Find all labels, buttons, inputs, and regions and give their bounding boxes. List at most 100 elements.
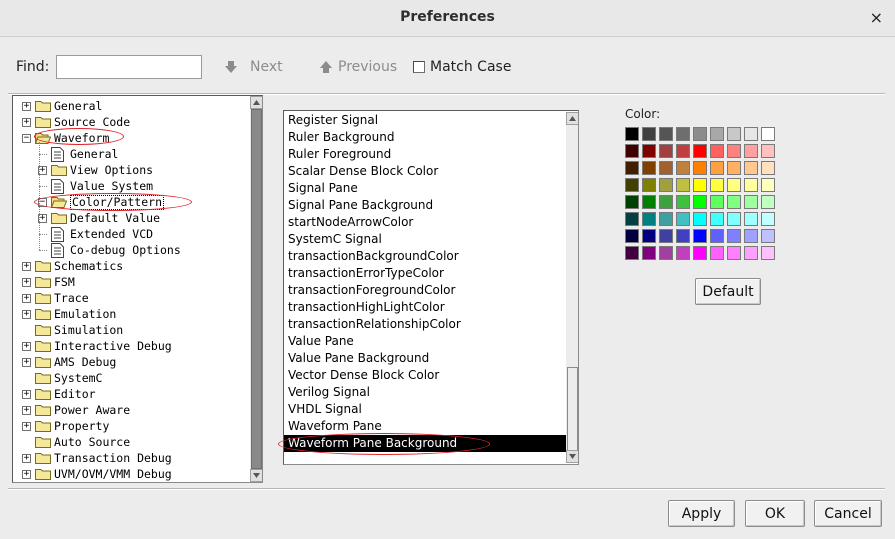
color-swatch[interactable] <box>710 144 724 158</box>
color-swatch[interactable] <box>727 246 741 260</box>
color-swatch[interactable] <box>727 178 741 192</box>
checkbox-box[interactable] <box>413 61 425 73</box>
tree-item[interactable]: + Property <box>13 418 249 434</box>
color-swatch[interactable] <box>642 127 656 141</box>
color-swatch[interactable] <box>693 229 707 243</box>
expand-icon[interactable]: + <box>22 470 31 479</box>
expand-icon[interactable]: + <box>22 102 31 111</box>
color-swatch[interactable] <box>642 212 656 226</box>
color-list-item[interactable]: transactionHighLightColor <box>284 299 574 316</box>
color-swatch[interactable] <box>727 144 741 158</box>
color-swatch[interactable] <box>676 246 690 260</box>
color-swatch[interactable] <box>693 195 707 209</box>
color-swatch[interactable] <box>710 195 724 209</box>
color-swatch[interactable] <box>710 161 724 175</box>
expand-icon[interactable]: + <box>22 118 31 127</box>
color-list-item[interactable]: Ruler Background <box>284 129 574 146</box>
color-swatch[interactable] <box>710 229 724 243</box>
color-swatch[interactable] <box>642 195 656 209</box>
next-button[interactable]: Next <box>224 59 283 75</box>
color-swatch[interactable] <box>642 178 656 192</box>
category-tree[interactable]: + General + Source Code − Waveform General + Vie… <box>12 95 263 483</box>
color-list-item[interactable]: Waveform Pane Background <box>284 435 574 452</box>
tree-item[interactable]: + AMS Debug <box>13 354 249 370</box>
color-swatch[interactable] <box>642 144 656 158</box>
color-swatch[interactable] <box>744 178 758 192</box>
color-swatch[interactable] <box>744 212 758 226</box>
tree-item[interactable]: + Default Value <box>13 210 249 226</box>
color-swatch[interactable] <box>676 212 690 226</box>
list-scrollbar[interactable] <box>566 112 578 463</box>
color-swatch[interactable] <box>744 144 758 158</box>
cancel-button[interactable]: Cancel <box>814 500 882 527</box>
color-swatch[interactable] <box>625 229 639 243</box>
tree-item[interactable]: General <box>13 146 249 162</box>
color-swatch[interactable] <box>761 127 775 141</box>
color-swatch[interactable] <box>710 127 724 141</box>
color-swatch[interactable] <box>659 246 673 260</box>
color-list-item[interactable]: Signal Pane Background <box>284 197 574 214</box>
color-swatch[interactable] <box>659 144 673 158</box>
tree-item[interactable]: + View Options <box>13 162 249 178</box>
expand-icon[interactable]: + <box>22 278 31 287</box>
color-swatch[interactable] <box>676 144 690 158</box>
color-swatch[interactable] <box>625 212 639 226</box>
tree-scrollbar[interactable] <box>250 96 262 482</box>
color-swatch[interactable] <box>625 246 639 260</box>
tree-item[interactable]: − Color/Pattern <box>13 194 249 210</box>
expand-icon[interactable]: + <box>22 294 31 303</box>
tree-item[interactable]: Value System <box>13 178 249 194</box>
color-swatch[interactable] <box>642 161 656 175</box>
tree-item[interactable]: Co-debug Options <box>13 242 249 258</box>
color-swatch[interactable] <box>625 127 639 141</box>
color-swatch[interactable] <box>727 127 741 141</box>
color-swatch[interactable] <box>693 127 707 141</box>
color-swatch[interactable] <box>659 195 673 209</box>
expand-icon[interactable]: + <box>22 422 31 431</box>
color-swatch[interactable] <box>642 246 656 260</box>
color-list-item[interactable]: SystemC Signal <box>284 231 574 248</box>
color-list-item[interactable]: Ruler Foreground <box>284 146 574 163</box>
color-swatch[interactable] <box>642 229 656 243</box>
color-swatch[interactable] <box>710 246 724 260</box>
color-swatch[interactable] <box>744 127 758 141</box>
color-list-item[interactable]: Waveform Pane <box>284 418 574 435</box>
expand-icon[interactable]: + <box>22 342 31 351</box>
color-list-item[interactable]: VHDL Signal <box>284 401 574 418</box>
color-list-item[interactable]: Value Pane <box>284 333 574 350</box>
color-swatch[interactable] <box>693 178 707 192</box>
color-swatch[interactable] <box>761 195 775 209</box>
color-swatch[interactable] <box>625 161 639 175</box>
color-list-item[interactable]: Verilog Signal <box>284 384 574 401</box>
color-swatch[interactable] <box>693 161 707 175</box>
scroll-up-icon[interactable] <box>250 96 262 109</box>
tree-item[interactable]: Auto Source <box>13 434 249 450</box>
color-swatch[interactable] <box>676 161 690 175</box>
color-swatch[interactable] <box>693 144 707 158</box>
color-swatch[interactable] <box>676 127 690 141</box>
tree-item[interactable]: SystemC <box>13 370 249 386</box>
color-list-item[interactable]: transactionForegroundColor <box>284 282 574 299</box>
tree-item[interactable]: + Trace <box>13 290 249 306</box>
expand-icon[interactable]: + <box>22 358 31 367</box>
color-swatch[interactable] <box>761 161 775 175</box>
color-swatch[interactable] <box>727 161 741 175</box>
color-list-item[interactable]: transactionErrorTypeColor <box>284 265 574 282</box>
color-item-list[interactable]: Register Signal Ruler Background Ruler For… <box>283 110 579 465</box>
color-swatch[interactable] <box>659 212 673 226</box>
tree-item[interactable]: + Source Code <box>13 114 249 130</box>
color-swatch[interactable] <box>625 144 639 158</box>
color-swatch[interactable] <box>761 178 775 192</box>
color-swatch[interactable] <box>744 195 758 209</box>
color-list-item[interactable]: Signal Pane <box>284 180 574 197</box>
expand-icon[interactable]: + <box>22 390 31 399</box>
match-case-checkbox[interactable]: Match Case <box>413 59 511 75</box>
default-button[interactable]: Default <box>695 278 761 305</box>
color-swatch[interactable] <box>676 229 690 243</box>
tree-item[interactable]: + Interactive Debug <box>13 338 249 354</box>
tree-item[interactable]: + UVM/OVM/VMM Debug <box>13 466 249 482</box>
tree-item[interactable]: Simulation <box>13 322 249 338</box>
tree-item[interactable]: + FSM <box>13 274 249 290</box>
color-swatch[interactable] <box>710 212 724 226</box>
color-swatch[interactable] <box>761 246 775 260</box>
